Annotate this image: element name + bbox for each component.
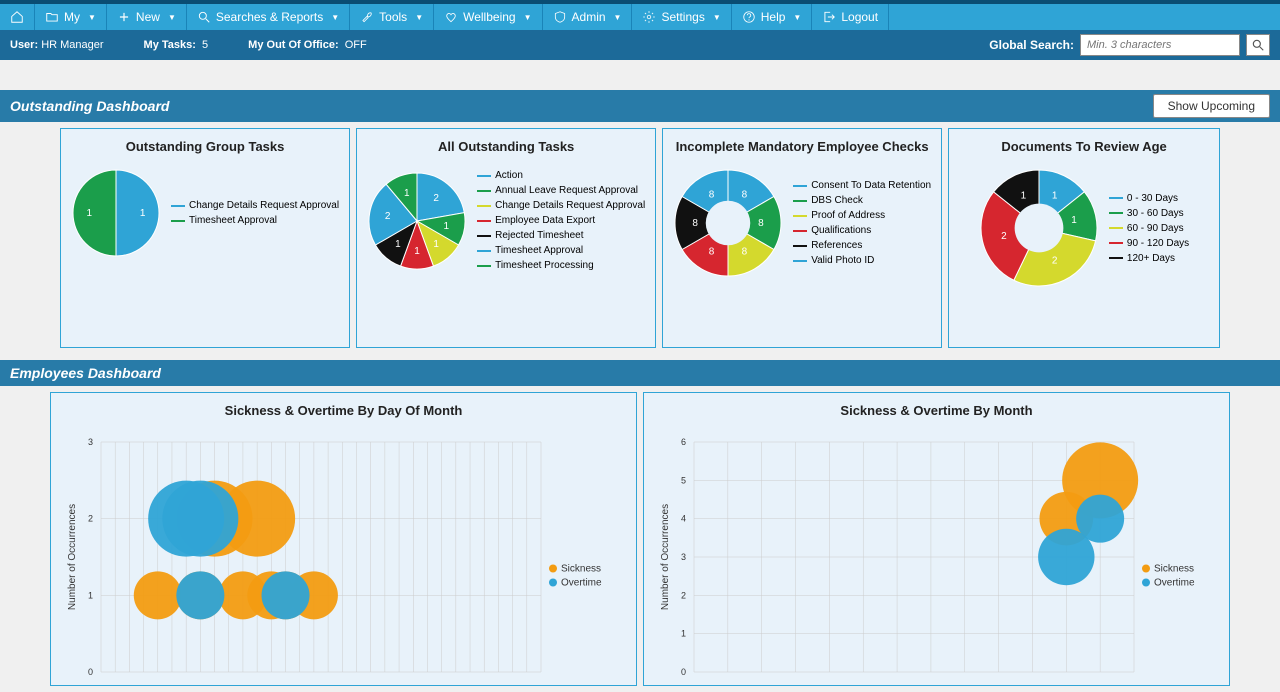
nav-home[interactable] [0, 4, 35, 30]
chevron-down-icon: ▼ [614, 13, 622, 22]
card-all-tasks[interactable]: All Outstanding Tasks 2111121 ActionAnnu… [356, 128, 656, 348]
svg-text:2: 2 [681, 590, 686, 600]
nav-admin[interactable]: Admin▼ [543, 4, 633, 30]
svg-text:8: 8 [758, 218, 764, 229]
card-group-tasks[interactable]: Outstanding Group Tasks 11 Change Detail… [60, 128, 350, 348]
svg-text:1: 1 [1021, 191, 1027, 202]
svg-text:1: 1 [395, 238, 401, 249]
svg-text:1: 1 [87, 208, 93, 219]
my-tasks-info[interactable]: My Tasks: 5 [144, 39, 209, 51]
svg-text:2: 2 [1001, 231, 1007, 242]
svg-text:2: 2 [1052, 255, 1058, 266]
chevron-down-icon: ▼ [331, 13, 339, 22]
donut-checks: 8 8 8 8 8 8 [673, 168, 783, 278]
svg-text:3: 3 [681, 552, 686, 562]
legend-checks: Consent To Data RetentionDBS CheckProof … [793, 178, 931, 268]
svg-text:4: 4 [681, 514, 686, 524]
card-sickness-month[interactable]: Sickness & Overtime By Month 0123456Numb… [643, 392, 1230, 686]
question-icon [742, 10, 756, 24]
user-info: User: HR Manager [10, 39, 104, 51]
svg-text:Overtime: Overtime [561, 578, 602, 589]
nav-my[interactable]: My▼ [35, 4, 107, 30]
search-icon [197, 10, 211, 24]
svg-text:1: 1 [140, 208, 146, 219]
nav-tools[interactable]: Tools▼ [350, 4, 434, 30]
svg-text:Overtime: Overtime [1154, 578, 1195, 589]
heart-icon [444, 10, 458, 24]
svg-text:3: 3 [88, 437, 93, 447]
home-icon [10, 10, 24, 24]
card-mandatory-checks[interactable]: Incomplete Mandatory Employee Checks 888… [662, 128, 942, 348]
svg-text:1: 1 [444, 221, 450, 232]
top-nav: My▼New▼Searches & Reports▼Tools▼Wellbein… [0, 0, 1280, 30]
wrench-icon [360, 10, 374, 24]
nav-help[interactable]: Help▼ [732, 4, 813, 30]
shield-icon [553, 10, 567, 24]
donut-documents: 1 1 2 2 1 [979, 168, 1099, 288]
svg-text:1: 1 [404, 188, 410, 199]
bubble-chart-day: 0 1 2 3 Number of Occurrences Sickness Overtim… [61, 432, 621, 682]
chevron-down-icon: ▼ [524, 13, 532, 22]
svg-text:1: 1 [433, 238, 439, 249]
svg-text:8: 8 [742, 246, 748, 257]
folder-icon [45, 10, 59, 24]
outstanding-title: Outstanding Dashboard [10, 98, 169, 114]
svg-text:Number of Occurrences: Number of Occurrences [660, 504, 671, 610]
nav-searches-reports[interactable]: Searches & Reports▼ [187, 4, 350, 30]
chevron-down-icon: ▼ [793, 13, 801, 22]
legend-documents: 0 - 30 Days30 - 60 Days60 - 90 Days90 - … [1109, 191, 1189, 266]
card-documents-age[interactable]: Documents To Review Age 11221 0 - 30 Day… [948, 128, 1220, 348]
logout-icon [822, 10, 836, 24]
legend-group-tasks: Change Details Request ApprovalTimesheet… [171, 198, 339, 228]
svg-text:8: 8 [742, 190, 748, 201]
global-search-button[interactable] [1246, 34, 1270, 56]
svg-text:1: 1 [414, 245, 420, 256]
chevron-down-icon: ▼ [168, 13, 176, 22]
svg-text:2: 2 [385, 210, 391, 221]
svg-text:1: 1 [1071, 215, 1077, 226]
employees-title: Employees Dashboard [10, 365, 161, 381]
nav-new[interactable]: New▼ [107, 4, 187, 30]
employees-card-row: Sickness & Overtime By Day Of Month 0123… [0, 386, 1280, 692]
svg-text:Sickness: Sickness [1154, 564, 1194, 575]
gear-icon [642, 10, 656, 24]
nav-settings[interactable]: Settings▼ [632, 4, 731, 30]
global-search-input[interactable] [1080, 34, 1240, 56]
global-search-label: Global Search: [989, 38, 1074, 52]
pie-group-tasks: 11 [71, 168, 161, 258]
svg-text:8: 8 [709, 246, 715, 257]
chevron-down-icon: ▼ [713, 13, 721, 22]
svg-text:8: 8 [709, 190, 715, 201]
nav-logout[interactable]: Logout [812, 4, 889, 30]
svg-text:2: 2 [433, 193, 439, 204]
svg-text:8: 8 [693, 218, 699, 229]
nav-wellbeing[interactable]: Wellbeing▼ [434, 4, 542, 30]
svg-text:0: 0 [88, 667, 93, 677]
plus-icon [117, 10, 131, 24]
legend-all-tasks: ActionAnnual Leave Request ApprovalChang… [477, 168, 645, 273]
outstanding-card-row: Outstanding Group Tasks 11 Change Detail… [0, 122, 1280, 354]
sub-bar: User: HR Manager My Tasks: 5 My Out Of O… [0, 30, 1280, 60]
card-sickness-day[interactable]: Sickness & Overtime By Day Of Month 0123… [50, 392, 637, 686]
outstanding-dashboard-header: Outstanding Dashboard Show Upcoming [0, 90, 1280, 122]
svg-text:6: 6 [681, 437, 686, 447]
pie-all-tasks: 2111121 [367, 171, 467, 271]
chevron-down-icon: ▼ [415, 13, 423, 22]
chevron-down-icon: ▼ [88, 13, 96, 22]
svg-text:1: 1 [88, 590, 93, 600]
show-upcoming-button[interactable]: Show Upcoming [1153, 94, 1270, 118]
svg-text:Sickness: Sickness [561, 564, 601, 575]
svg-text:1: 1 [681, 629, 686, 639]
bubble-chart-month: 0 1 2 3 4 5 6 Number of Occurrences Sickness Over… [654, 432, 1214, 682]
svg-text:Number of Occurrences: Number of Occurrences [67, 504, 78, 610]
svg-text:0: 0 [681, 667, 686, 677]
out-of-office-info[interactable]: My Out Of Office: OFF [248, 39, 367, 51]
svg-text:1: 1 [1052, 191, 1058, 202]
employees-dashboard-header: Employees Dashboard [0, 360, 1280, 386]
svg-text:5: 5 [681, 475, 686, 485]
svg-text:2: 2 [88, 514, 93, 524]
